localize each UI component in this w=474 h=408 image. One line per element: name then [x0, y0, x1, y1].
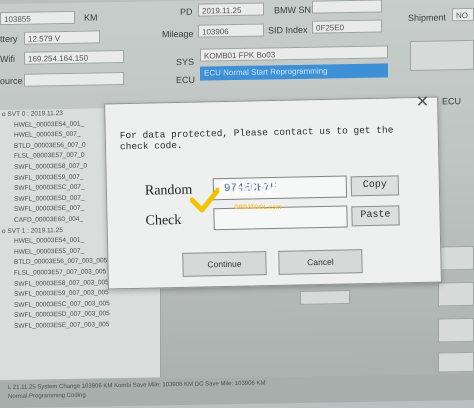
side-button-1[interactable]	[300, 290, 350, 305]
shipment-label: Shipment	[408, 12, 447, 24]
side-button-4[interactable]	[438, 317, 474, 343]
watermark-check-icon	[190, 187, 220, 213]
bmw-sn-label: BMW SN	[274, 4, 311, 16]
close-icon[interactable]: ✕	[416, 92, 430, 112]
check-label: Check	[145, 212, 182, 229]
ecu-label: ECU	[176, 74, 196, 86]
ecu-right-label: ECU	[442, 96, 462, 107]
pd-label: PD	[180, 6, 193, 17]
side-button-3[interactable]	[438, 281, 474, 307]
sys-field: KOMB01 FPK Bo03	[200, 45, 388, 62]
continue-button[interactable]: Continue	[182, 251, 267, 277]
tree-node[interactable]: SWFL_00003E5E_007_003_005	[0, 319, 160, 332]
pd-field: 2019.11.25	[198, 2, 264, 17]
watermark-text: OBD2	[218, 178, 278, 200]
mileage-label: Mileage	[162, 28, 194, 40]
copy-button[interactable]: Copy	[350, 175, 400, 197]
sys-label: SYS	[176, 56, 195, 68]
mileage-field: 103906	[198, 23, 264, 38]
wifi-field: 169.254.164.150	[24, 49, 124, 65]
ecu-selection[interactable]: ECU Normal Start Reprogramming	[200, 63, 388, 81]
right-button-1[interactable]	[410, 39, 474, 71]
shipment-field: NO	[452, 7, 474, 22]
sid-index-field: 0F25E0	[312, 19, 382, 34]
paste-button[interactable]: Paste	[351, 205, 400, 227]
side-button-5[interactable]	[438, 351, 474, 373]
bmw-sn-field	[312, 0, 382, 14]
status-bar: L 21.11.25 System Change 103906 KM Kombi…	[0, 373, 474, 408]
watermark-subtext: OBD2TOOL.com	[234, 205, 282, 211]
wifi-label: Wifi	[0, 53, 15, 65]
dialog-message: For data protected, Please contact us to…	[119, 124, 394, 153]
side-button-2[interactable]	[438, 245, 474, 271]
km-field: 103855	[0, 10, 75, 26]
battery-label: ttery	[0, 33, 18, 45]
cancel-button[interactable]: Cancel	[278, 249, 363, 275]
random-label: Random	[144, 182, 193, 199]
source-field	[24, 71, 124, 87]
sid-index-label: SID Index	[268, 24, 308, 36]
battery-field: 12.579 V	[24, 30, 100, 45]
source-label: ource	[0, 75, 23, 87]
km-unit: KM	[84, 12, 98, 23]
